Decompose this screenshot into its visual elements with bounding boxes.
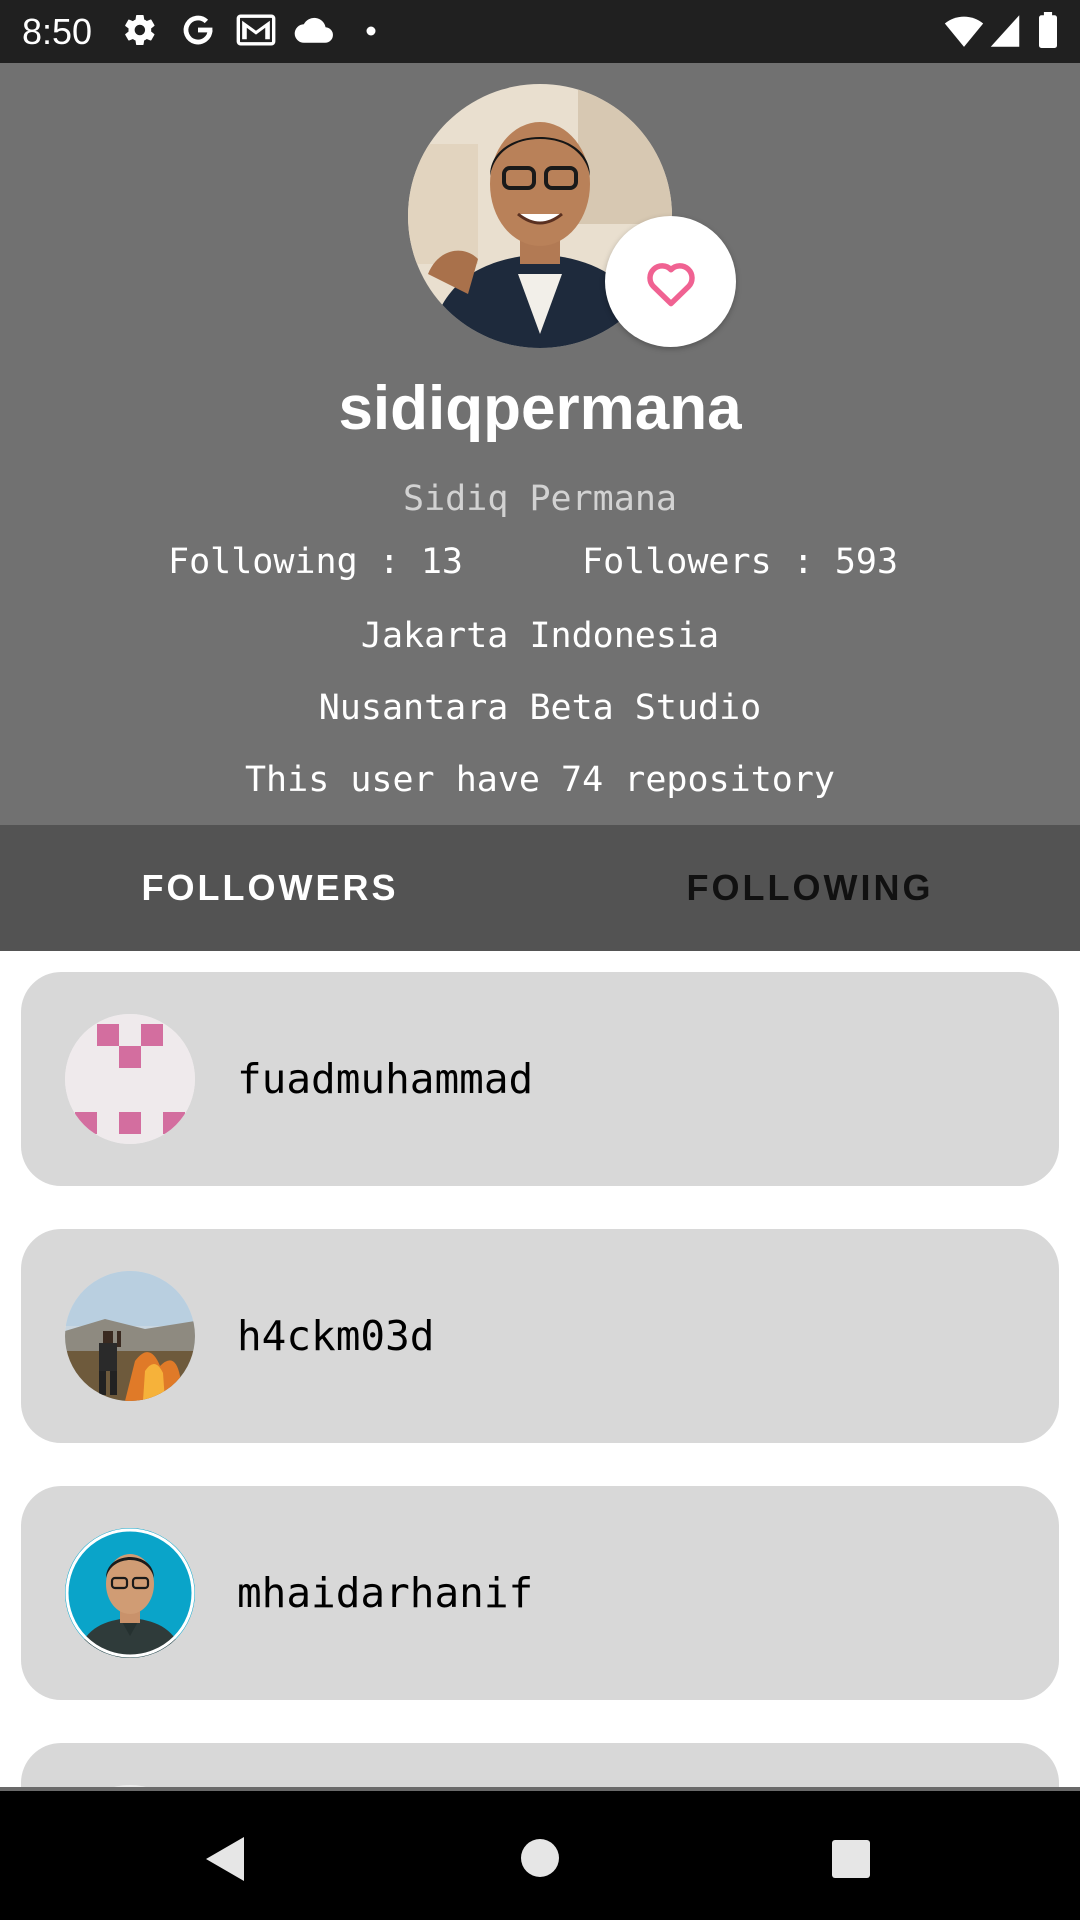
list-item[interactable] bbox=[21, 1743, 1059, 1787]
status-bar: 8:50 bbox=[0, 0, 1080, 63]
profile-location: Jakarta Indonesia bbox=[360, 616, 720, 656]
list-item-username: mhaidarhanif bbox=[237, 1569, 534, 1617]
dot-icon bbox=[366, 26, 376, 36]
profile-company: Nusantara Beta Studio bbox=[318, 688, 762, 728]
cloud-icon bbox=[294, 16, 334, 44]
list-item-username: h4ckm03d bbox=[237, 1312, 435, 1360]
recents-icon[interactable] bbox=[831, 1839, 871, 1883]
navigation-bar bbox=[0, 1787, 1080, 1920]
battery-icon bbox=[1038, 12, 1058, 48]
gmail-icon bbox=[236, 12, 276, 48]
list-item[interactable]: fuadmuhammad bbox=[21, 972, 1059, 1186]
wifi-icon bbox=[944, 14, 984, 48]
followers-list[interactable]: fuadmuhammad h4ckm03d mhaidarhanif bbox=[0, 951, 1080, 1787]
profile-repository-count: This user have 74 repository bbox=[244, 760, 835, 800]
favorite-button[interactable] bbox=[605, 216, 736, 347]
list-item[interactable]: mhaidarhanif bbox=[21, 1486, 1059, 1700]
list-item[interactable]: h4ckm03d bbox=[21, 1229, 1059, 1443]
followers-count: Followers : 593 bbox=[582, 542, 899, 582]
heart-outline-icon bbox=[646, 262, 695, 306]
avatar bbox=[65, 1014, 195, 1144]
tab-followers[interactable]: FOLLOWERS bbox=[0, 825, 540, 951]
avatar bbox=[65, 1271, 195, 1401]
signal-icon bbox=[990, 14, 1020, 48]
avatar bbox=[65, 1528, 195, 1658]
profile-header: sidiqpermana Sidiq Permana Following : 1… bbox=[0, 63, 1080, 825]
back-icon[interactable] bbox=[204, 1835, 246, 1887]
tab-bar: FOLLOWERS FOLLOWING bbox=[0, 825, 1080, 951]
home-icon[interactable] bbox=[519, 1837, 561, 1883]
profile-full-name: Sidiq Permana bbox=[403, 479, 677, 519]
tab-following[interactable]: FOLLOWING bbox=[540, 825, 1080, 951]
list-item-username: fuadmuhammad bbox=[237, 1055, 534, 1103]
google-icon bbox=[180, 12, 216, 48]
following-count: Following : 13 bbox=[168, 542, 464, 582]
status-time: 8:50 bbox=[22, 11, 93, 52]
profile-username: sidiqpermana bbox=[338, 374, 742, 443]
gear-icon bbox=[122, 12, 158, 48]
